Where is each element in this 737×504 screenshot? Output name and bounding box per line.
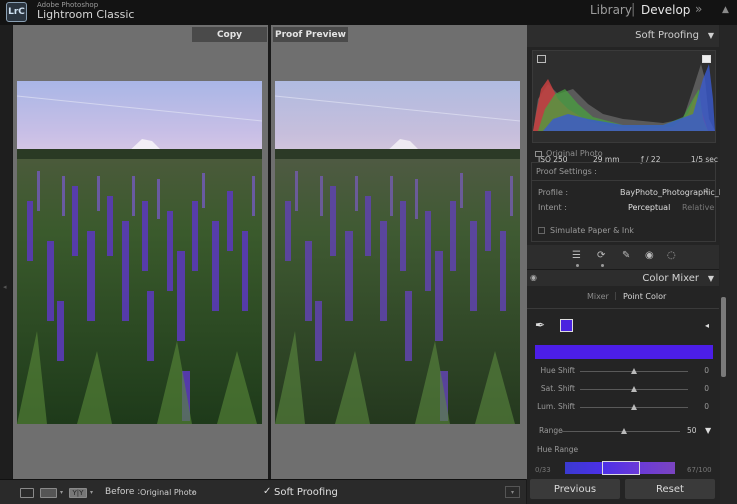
before-label: Before : (105, 487, 141, 497)
simulate-paper-label: Simulate Paper & Ink (550, 226, 634, 235)
title-bar: LrC Adobe Photoshop Lightroom Classic Li… (0, 0, 737, 25)
selected-color-bar (535, 345, 713, 359)
color-mixer-tabs: Mixer | Point Color (527, 290, 719, 304)
histogram-graph (533, 64, 715, 131)
right-panel: Soft Proofing ▼ ISO 250 29 mm ƒ / 22 1/5… (527, 25, 737, 504)
color-mixer-title: Color Mixer (642, 273, 699, 284)
hue-range-label: Hue Range (537, 445, 579, 454)
previous-button[interactable]: Previous (530, 479, 620, 499)
before-select[interactable]: Original Photo (140, 488, 197, 497)
copy-label: Copy (192, 27, 267, 42)
proof-settings-label: Proof Settings : (536, 167, 597, 176)
range-value: 50 (687, 426, 697, 435)
before-after-lr-icon[interactable] (40, 488, 57, 498)
collapse-caret-icon[interactable]: ▼ (708, 31, 714, 40)
intent-perceptual[interactable]: Perceptual (628, 203, 670, 212)
hue-range-high: 67/100 (687, 466, 712, 474)
intent-relative[interactable]: Relative (682, 203, 714, 212)
scrollbar-thumb[interactable] (721, 297, 726, 377)
tab-mixer[interactable]: Mixer (587, 292, 609, 301)
sliders-icon[interactable]: ☰ (572, 250, 581, 261)
range-label: Range (539, 426, 563, 435)
simulate-paper-row[interactable]: Simulate Paper & Ink (538, 226, 634, 235)
lum-shift-label: Lum. Shift (537, 402, 575, 411)
proof-photo (275, 81, 520, 424)
hue-shift-slider[interactable]: Hue Shift 0 (527, 366, 719, 378)
tool-strip: ☰ ⟳ ✎ ◉ ◌ (527, 245, 719, 269)
eye-icon[interactable]: ◉ (530, 273, 537, 282)
color-swatch[interactable] (560, 319, 573, 332)
bottom-toolbar: ▾ Y|Y ▾ Before : Original Photo ▾ ✓ Soft… (0, 479, 526, 504)
left-panel-edge[interactable]: ◂ (0, 25, 12, 479)
lightroom-logo: LrC (6, 2, 27, 22)
photo-icon (535, 150, 542, 157)
eyedropper-icon[interactable]: ✒ (535, 318, 545, 332)
crop-icon[interactable]: ⟳ (597, 250, 605, 261)
hue-range-selector[interactable] (602, 461, 640, 475)
collapse-arrow-icon[interactable]: ▲ (722, 5, 729, 15)
redeye-icon[interactable]: ◉ (645, 250, 654, 261)
hue-shift-value: 0 (704, 366, 709, 375)
intent-label: Intent : (538, 203, 567, 212)
right-panel-scrollbar[interactable] (720, 25, 737, 504)
left-arrow-icon[interactable]: ◂ (3, 283, 7, 291)
masking-icon[interactable]: ◌ (667, 250, 676, 261)
slider-thumb[interactable] (631, 368, 637, 374)
reset-button[interactable]: Reset (625, 479, 715, 499)
histogram: ISO 250 29 mm ƒ / 22 1/5 sec (532, 50, 718, 164)
loupe-view-icon[interactable] (20, 488, 34, 498)
lum-shift-slider[interactable]: Lum. Shift 0 (527, 402, 719, 414)
view-caret-icon[interactable]: ▾ (60, 489, 63, 496)
copy-photo (17, 81, 262, 424)
collapse-caret-icon[interactable]: ▼ (708, 274, 714, 283)
module-separator: | (631, 2, 636, 17)
soft-proofing-header[interactable]: Soft Proofing ▼ (527, 25, 719, 47)
app-title: Lightroom Classic (37, 8, 135, 21)
tool-indicator-icon (576, 264, 579, 267)
slider-thumb[interactable] (631, 386, 637, 392)
sat-shift-label: Sat. Shift (540, 384, 575, 393)
tab-separator: | (614, 291, 617, 300)
module-library[interactable]: Library (590, 3, 632, 17)
before-after-split-icon[interactable]: Y|Y (69, 488, 87, 498)
proof-settings-box: Proof Settings : Profile : BayPhoto_Phot… (531, 162, 737, 242)
soft-proofing-label[interactable]: Soft Proofing (274, 487, 338, 498)
original-photo-row: Original Photo (535, 149, 603, 158)
proof-divider (532, 180, 715, 181)
soft-proofing-title: Soft Proofing (635, 30, 699, 41)
hue-range-low: 0/33 (535, 466, 551, 474)
range-thumb[interactable] (621, 428, 627, 434)
toolbar-dropdown-icon[interactable]: ▾ (505, 486, 520, 498)
tab-point-color[interactable]: Point Color (623, 292, 666, 301)
profile-updown-icon[interactable]: ⇕ (704, 187, 710, 195)
lupine-field-image (17, 81, 262, 424)
split-caret-icon[interactable]: ▾ (90, 489, 93, 496)
slider-thumb[interactable] (631, 404, 637, 410)
hue-shift-label: Hue Shift (540, 366, 575, 375)
tabs-divider (527, 308, 719, 309)
profile-label: Profile : (538, 188, 569, 197)
module-develop[interactable]: Develop (641, 3, 690, 17)
sat-shift-value: 0 (704, 384, 709, 393)
soft-proofing-checkbox[interactable]: ✓ (263, 486, 271, 497)
range-slider[interactable]: Range 50 ▼ (527, 426, 719, 438)
lum-shift-value: 0 (704, 402, 709, 411)
double-chevron-right-icon[interactable]: » (695, 2, 702, 16)
tool-indicator-icon (601, 264, 604, 267)
color-mixer-header[interactable]: ◉ Color Mixer ▼ (527, 269, 719, 286)
lupine-field-proof-image (275, 81, 520, 424)
original-photo-label: Original Photo (546, 149, 603, 158)
proof-preview-panel: Proof Preview (271, 25, 527, 479)
swatch-menu-icon[interactable]: ◂ (705, 321, 709, 330)
range-expand-icon[interactable]: ▼ (705, 426, 711, 435)
before-caret-icon[interactable]: ▾ (192, 489, 195, 496)
copy-view-panel: Copy (13, 25, 269, 479)
proof-preview-label: Proof Preview (273, 27, 348, 42)
sat-shift-slider[interactable]: Sat. Shift 0 (527, 384, 719, 396)
healing-icon[interactable]: ✎ (622, 250, 630, 261)
simulate-paper-checkbox[interactable] (538, 227, 545, 234)
